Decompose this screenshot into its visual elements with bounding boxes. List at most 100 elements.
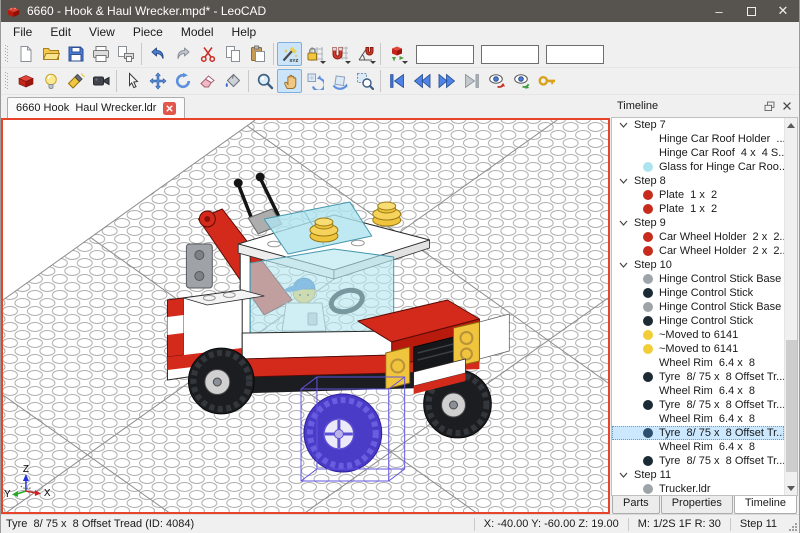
transform-x-input[interactable] [416,45,474,64]
timeline-part-row[interactable]: Car Wheel Holder 2 x 2... [612,244,784,258]
close-panel-button[interactable] [778,98,795,114]
timeline-part-row[interactable]: Wheel Rim 6.4 x 8 [612,412,784,426]
toolbar-drag-handle[interactable] [4,44,10,64]
snap-rotate-button[interactable] [352,42,377,66]
spotlight-button[interactable] [63,69,88,93]
select-button[interactable] [120,69,145,93]
redo-button[interactable] [170,42,195,66]
pan-button[interactable] [277,69,302,93]
scroll-up-button[interactable] [785,118,797,132]
relative-transform-button[interactable]: XYZ [277,42,302,66]
timeline-part-row[interactable]: Tyre 8/ 75 x 8 Offset Tr... [612,426,784,440]
menu-edit[interactable]: Edit [41,23,80,41]
dock-tab-properties[interactable]: Properties [661,496,733,514]
roll-button[interactable] [327,69,352,93]
zoom-button[interactable] [252,69,277,93]
resize-grip[interactable] [786,515,799,533]
menu-help[interactable]: Help [223,23,266,41]
dock-tab-parts[interactable]: Parts [612,496,660,514]
timeline-part-row[interactable]: Tyre 8/ 75 x 8 Offset Tr... [612,398,784,412]
menu-file[interactable]: File [4,23,41,41]
timeline-part-row[interactable]: Hinge Control Stick [612,314,784,328]
rotate-view-button[interactable] [302,69,327,93]
tab-close-icon[interactable] [163,102,176,115]
step-label: Step 8 [634,174,666,188]
timeline-step-row[interactable]: Step 9 [612,216,784,230]
delete-button[interactable] [195,69,220,93]
menu-model[interactable]: Model [172,23,223,41]
timeline-part-row[interactable]: ~Moved to 6141 [612,342,784,356]
hide-piece-button[interactable] [484,69,509,93]
timeline-step-row[interactable]: Step 7 [612,118,784,132]
document-tab[interactable]: 6660 Hook Haul Wrecker.ldr [7,97,185,118]
float-panel-button[interactable] [761,98,778,114]
timeline-part-row[interactable]: Hinge Control Stick Base [612,300,784,314]
show-piece-button[interactable] [509,69,534,93]
minimize-button[interactable]: – [703,0,735,22]
timeline-scrollbar[interactable] [784,118,797,495]
camera-button[interactable] [88,69,113,93]
cut-button[interactable] [195,42,220,66]
print-preview-button[interactable] [113,42,138,66]
transform-z-input[interactable] [546,45,604,64]
save-file-button[interactable] [63,42,88,66]
timeline-part-row[interactable]: Hinge Control Stick Base [612,272,784,286]
timeline-step-row[interactable]: Step 8 [612,174,784,188]
print-button[interactable] [88,42,113,66]
lock-menu-button[interactable] [302,42,327,66]
light-button[interactable] [38,69,63,93]
new-file-button[interactable] [13,42,38,66]
timeline-part-row[interactable]: Plate 1 x 2 [612,188,784,202]
timeline-part-row[interactable]: Wheel Rim 6.4 x 8 [612,440,784,454]
timeline-part-row[interactable]: Hinge Car Roof 4 x 4 S... [612,146,784,160]
chevron-expanded-icon[interactable] [619,122,628,128]
toolbar-drag-handle[interactable] [4,71,10,91]
menu-view[interactable]: View [80,23,124,41]
transform-y-input[interactable] [481,45,539,64]
next-step-button[interactable] [434,69,459,93]
copy-button[interactable] [220,42,245,66]
open-file-button[interactable] [38,42,63,66]
scrollbar-thumb[interactable] [786,340,797,472]
add-keys-button[interactable] [534,69,559,93]
selected-wheel[interactable] [304,394,382,472]
last-step-button[interactable] [459,69,484,93]
timeline-part-row[interactable]: Car Wheel Holder 2 x 2... [612,230,784,244]
timeline-part-row[interactable]: Trucker.ldr [612,482,784,496]
timeline-part-row[interactable]: Tyre 8/ 75 x 8 Offset Tr... [612,454,784,468]
timeline-part-row[interactable]: Hinge Control Stick [612,286,784,300]
scroll-down-button[interactable] [785,481,797,495]
chevron-expanded-icon[interactable] [619,220,628,226]
first-step-button[interactable] [384,69,409,93]
timeline-part-row[interactable]: Tyre 8/ 75 x 8 Offset Tr... [612,370,784,384]
timeline-part-row[interactable]: Wheel Rim 6.4 x 8 [612,356,784,370]
zoom-region-button[interactable] [352,69,377,93]
timeline-part-row[interactable]: Wheel Rim 6.4 x 8 [612,384,784,398]
chevron-expanded-icon[interactable] [619,262,628,268]
part-label: Hinge Control Stick Base [659,300,781,314]
viewport-3d[interactable]: Z X Y [1,118,610,514]
dock-tab-timeline[interactable]: Timeline [734,495,797,514]
menu-piece[interactable]: Piece [124,23,172,41]
previous-step-button[interactable] [409,69,434,93]
transform-mode-button[interactable] [384,42,409,66]
insert-piece-button[interactable] [13,69,38,93]
chevron-expanded-icon[interactable] [619,472,628,478]
chevron-expanded-icon[interactable] [619,178,628,184]
snap-move-button[interactable] [327,42,352,66]
timeline-step-row[interactable]: Step 10 [612,258,784,272]
undo-button[interactable] [145,42,170,66]
timeline-step-row[interactable]: Step 11 [612,468,784,482]
toolbar-separator [248,70,249,92]
close-button[interactable]: ✕ [767,0,799,22]
move-button[interactable] [145,69,170,93]
paste-button[interactable] [245,42,270,66]
timeline-part-row[interactable]: Hinge Car Roof Holder ... [612,132,784,146]
timeline-panel-header: Timeline [610,95,799,117]
paint-button[interactable] [220,69,245,93]
rotate-button[interactable] [170,69,195,93]
timeline-part-row[interactable]: Plate 1 x 2 [612,202,784,216]
timeline-part-row[interactable]: ~Moved to 6141 [612,328,784,342]
timeline-part-row[interactable]: Glass for Hinge Car Roo... [612,160,784,174]
maximize-button[interactable] [735,0,767,22]
